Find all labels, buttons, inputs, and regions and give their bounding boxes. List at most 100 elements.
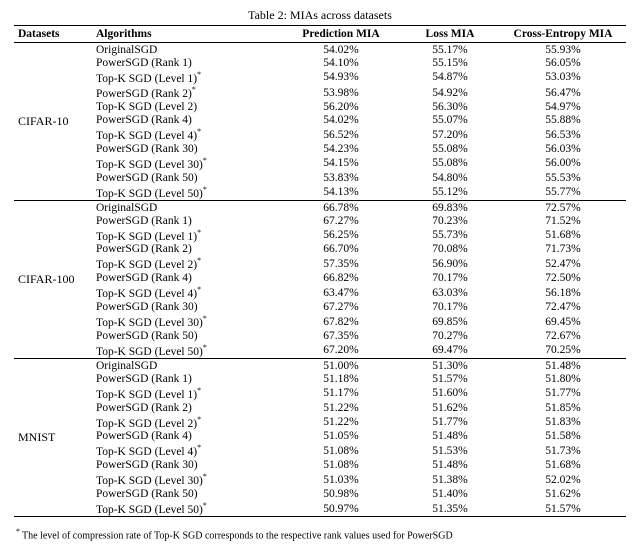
asterisk-icon: *: [203, 314, 207, 323]
dataset-name: CIFAR-100: [14, 201, 92, 359]
algorithm-name: PowerSGD (Rank 1): [92, 372, 282, 385]
prediction-value: 57.35%: [282, 256, 400, 272]
ce-value: 53.03%: [500, 69, 626, 85]
prediction-value: 54.13%: [282, 184, 400, 200]
ce-value: 51.68%: [500, 459, 626, 472]
ce-value: 56.18%: [500, 285, 626, 301]
ce-value: 72.47%: [500, 301, 626, 314]
ce-value: 51.68%: [500, 227, 626, 243]
algorithm-name: OriginalSGD: [92, 43, 282, 57]
prediction-value: 50.97%: [282, 501, 400, 517]
algorithm-name: PowerSGD (Rank 50): [92, 329, 282, 342]
asterisk-icon: *: [197, 256, 201, 265]
ce-value: 72.67%: [500, 329, 626, 342]
ce-value: 72.57%: [500, 201, 626, 215]
col-datasets: Datasets: [14, 26, 92, 43]
prediction-value: 67.82%: [282, 314, 400, 330]
table-row: PowerSGD (Rank 30)67.27%70.17%72.47%: [14, 301, 626, 314]
algorithm-name: Top-K SGD (Level 30)*: [92, 314, 282, 330]
loss-value: 51.62%: [400, 401, 500, 414]
loss-value: 51.53%: [400, 443, 500, 459]
asterisk-icon: *: [197, 415, 201, 424]
asterisk-icon: *: [197, 228, 201, 237]
ce-value: 52.02%: [500, 472, 626, 488]
asterisk-icon: *: [203, 343, 207, 352]
algorithm-name: Top-K SGD (Level 1)*: [92, 385, 282, 401]
algorithm-name: PowerSGD (Rank 50): [92, 488, 282, 501]
algorithm-name: Top-K SGD (Level 50)*: [92, 501, 282, 517]
loss-value: 57.20%: [400, 127, 500, 143]
loss-value: 51.30%: [400, 359, 500, 373]
algorithm-name: Top-K SGD (Level 2)*: [92, 414, 282, 430]
prediction-value: 51.05%: [282, 430, 400, 443]
algorithm-name: PowerSGD (Rank 1): [92, 56, 282, 69]
asterisk-icon: *: [197, 127, 201, 136]
table-row: PowerSGD (Rank 4)51.05%51.48%51.58%: [14, 430, 626, 443]
ce-value: 56.00%: [500, 155, 626, 171]
ce-value: 70.25%: [500, 342, 626, 358]
table-row: Top-K SGD (Level 30)*67.82%69.85%69.45%: [14, 314, 626, 330]
loss-value: 54.92%: [400, 85, 500, 101]
asterisk-icon: *: [197, 285, 201, 294]
ce-value: 56.03%: [500, 142, 626, 155]
prediction-value: 51.08%: [282, 443, 400, 459]
ce-value: 55.88%: [500, 114, 626, 127]
table-row: Top-K SGD (Level 2)56.20%56.30%54.97%: [14, 101, 626, 114]
algorithm-name: Top-K SGD (Level 4)*: [92, 127, 282, 143]
algorithm-name: PowerSGD (Rank 30): [92, 301, 282, 314]
algorithm-name: PowerSGD (Rank 30): [92, 142, 282, 155]
table-row: PowerSGD (Rank 1)51.18%51.57%51.80%: [14, 372, 626, 385]
algorithm-name: PowerSGD (Rank 1): [92, 214, 282, 227]
prediction-value: 54.23%: [282, 142, 400, 155]
prediction-value: 54.93%: [282, 69, 400, 85]
table-row: Top-K SGD (Level 30)*54.15%55.08%56.00%: [14, 155, 626, 171]
table-row: CIFAR-100OriginalSGD66.78%69.83%72.57%: [14, 201, 626, 215]
col-algorithms: Algorithms: [92, 26, 282, 43]
algorithm-name: PowerSGD (Rank 30): [92, 459, 282, 472]
asterisk-icon: *: [203, 501, 207, 510]
dataset-name: CIFAR-10: [14, 43, 92, 201]
algorithm-name: Top-K SGD (Level 30)*: [92, 155, 282, 171]
table-caption: Table 2: MIAs across datasets: [14, 8, 626, 23]
asterisk-icon: *: [203, 472, 207, 481]
prediction-value: 66.70%: [282, 243, 400, 256]
table-row: PowerSGD (Rank 50)53.83%54.80%55.53%: [14, 171, 626, 184]
ce-value: 69.45%: [500, 314, 626, 330]
ce-value: 71.73%: [500, 243, 626, 256]
loss-value: 70.23%: [400, 214, 500, 227]
loss-value: 69.85%: [400, 314, 500, 330]
ce-value: 51.57%: [500, 501, 626, 517]
asterisk-icon: *: [203, 185, 207, 194]
loss-value: 51.77%: [400, 414, 500, 430]
table-row: PowerSGD (Rank 30)54.23%55.08%56.03%: [14, 142, 626, 155]
table-row: Top-K SGD (Level 50)*50.97%51.35%51.57%: [14, 501, 626, 517]
table-footnote: *The level of compression rate of Top-K …: [14, 527, 626, 541]
algorithm-name: Top-K SGD (Level 50)*: [92, 184, 282, 200]
algorithm-name: OriginalSGD: [92, 201, 282, 215]
prediction-value: 56.52%: [282, 127, 400, 143]
loss-value: 55.17%: [400, 43, 500, 57]
col-ce: Cross-Entropy MIA: [500, 26, 626, 43]
ce-value: 51.48%: [500, 359, 626, 373]
algorithm-name: PowerSGD (Rank 4): [92, 114, 282, 127]
prediction-value: 51.18%: [282, 372, 400, 385]
table-row: Top-K SGD (Level 4)*56.52%57.20%56.53%: [14, 127, 626, 143]
asterisk-icon: *: [197, 70, 201, 79]
col-prediction: Prediction MIA: [282, 26, 400, 43]
table-row: PowerSGD (Rank 30)51.08%51.48%51.68%: [14, 459, 626, 472]
table-row: PowerSGD (Rank 2)*53.98%54.92%56.47%: [14, 85, 626, 101]
dataset-name: MNIST: [14, 359, 92, 517]
prediction-value: 66.82%: [282, 272, 400, 285]
prediction-value: 51.22%: [282, 414, 400, 430]
table-row: PowerSGD (Rank 4)54.02%55.07%55.88%: [14, 114, 626, 127]
algorithm-name: Top-K SGD (Level 4)*: [92, 285, 282, 301]
prediction-value: 67.20%: [282, 342, 400, 358]
prediction-value: 54.02%: [282, 43, 400, 57]
loss-value: 70.17%: [400, 301, 500, 314]
algorithm-name: PowerSGD (Rank 2): [92, 243, 282, 256]
loss-value: 51.35%: [400, 501, 500, 517]
ce-value: 51.58%: [500, 430, 626, 443]
prediction-value: 51.17%: [282, 385, 400, 401]
table-row: Top-K SGD (Level 1)*56.25%55.73%51.68%: [14, 227, 626, 243]
algorithm-name: Top-K SGD (Level 1)*: [92, 69, 282, 85]
